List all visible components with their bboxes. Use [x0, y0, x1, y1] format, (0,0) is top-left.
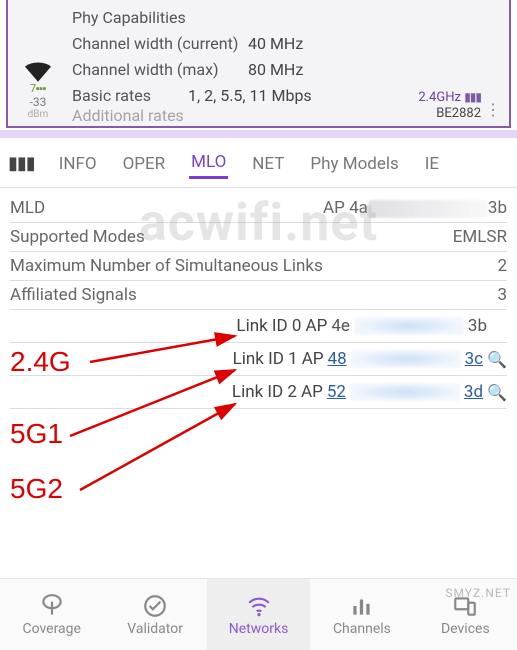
link-ap-label: AP	[305, 316, 327, 336]
nav-label: Channels	[333, 621, 391, 637]
watermark-2: SMYZ.NET	[445, 586, 511, 600]
tab-oper[interactable]: OPER	[121, 150, 168, 178]
link-mac-head: 4e	[331, 316, 350, 336]
wifi-gen-badge: 7	[30, 82, 36, 95]
tab-info[interactable]: INFO	[57, 150, 99, 178]
channel-width-current-value: 40 MHz	[248, 34, 303, 53]
tab-mlo[interactable]: MLO	[189, 148, 228, 179]
link-mac-tail: 3b	[468, 316, 487, 336]
link-id: Link ID 0	[236, 316, 301, 336]
link-mac-blur	[351, 350, 461, 368]
link-mac-tail[interactable]: 3d	[464, 382, 483, 402]
basic-rates-value: 1, 2, 5.5, 11 Mbps	[188, 86, 312, 105]
link-ap-label: AP	[301, 382, 323, 402]
mld-label: MLD	[10, 198, 45, 218]
annotation-5g2: 5G2	[10, 473, 63, 505]
mld-mac-blur	[368, 200, 488, 218]
nav-label: Coverage	[22, 621, 80, 637]
link-row[interactable]: Link ID 2 AP 52 3d 🔍	[10, 376, 507, 409]
link-row[interactable]: Link ID 1 AP 48 3c 🔍	[10, 343, 507, 376]
link-row[interactable]: Link ID 0 AP 4e 3b	[10, 310, 507, 343]
nav-channels[interactable]: Channels	[310, 579, 413, 650]
wifi-icon	[16, 62, 60, 82]
nav-coverage[interactable]: Coverage	[0, 579, 103, 650]
link-ap-label: AP	[302, 349, 324, 369]
network-detail-card: Phy Capabilities Channel width (current)…	[6, 0, 511, 128]
magnifier-icon[interactable]: 🔍	[487, 383, 507, 402]
wifi-icon	[246, 593, 272, 619]
signal-tab-icon[interactable]: ▮▮▮	[8, 153, 35, 174]
link-mac-tail[interactable]: 3c	[465, 349, 483, 369]
mld-ap-suffix: 3b	[488, 198, 507, 218]
channel-width-max-value: 80 MHz	[248, 60, 303, 79]
supported-modes-value: EMLSR	[453, 227, 507, 247]
tab-net[interactable]: NET	[250, 150, 286, 178]
mld-ap-prefix: AP 4a	[323, 198, 368, 218]
detail-tabs: ▮▮▮ INFO OPER MLO NET Phy Models IE	[0, 140, 517, 188]
signal-unit: dBm	[16, 109, 60, 120]
tab-ie[interactable]: IE	[423, 150, 441, 178]
mlo-panel: MLD AP 4a 3b Supported Modes EMLSR Maximu…	[0, 188, 517, 415]
affiliated-signals-value: 3	[497, 285, 507, 305]
signal-bars-icon: ▮▮▮	[464, 90, 481, 104]
nav-networks[interactable]: Networks	[207, 579, 310, 650]
nav-label: Devices	[441, 621, 490, 637]
signal-indicator: 7▪▪▪ -33 dBm	[16, 62, 60, 120]
nav-label: Networks	[229, 621, 289, 637]
check-circle-icon	[142, 593, 168, 619]
nav-label: Validator	[127, 621, 183, 637]
max-links-label: Maximum Number of Simultaneous Links	[10, 256, 323, 276]
link-mac-head[interactable]: 48	[328, 349, 347, 369]
link-id: Link ID 2	[232, 382, 297, 402]
more-menu-icon[interactable]: ⋮	[485, 108, 501, 112]
bars-icon	[349, 593, 375, 619]
magnifier-icon[interactable]: 🔍	[487, 350, 507, 369]
nav-validator[interactable]: Validator	[103, 579, 206, 650]
link-mac-head[interactable]: 52	[327, 382, 346, 402]
annotation-5g1: 5G1	[10, 418, 63, 450]
signal-dbm: -33	[16, 95, 60, 109]
section-divider	[0, 130, 517, 138]
supported-modes-label: Supported Modes	[10, 227, 145, 247]
bottom-nav: Coverage Validator Networks Channels Dev…	[0, 578, 517, 650]
coverage-icon	[39, 593, 65, 619]
tab-phy-models[interactable]: Phy Models	[308, 150, 400, 178]
max-links-value: 2	[497, 256, 507, 276]
link-mac-blur	[350, 383, 460, 401]
affiliated-links-list: Link ID 0 AP 4e 3b Link ID 1 AP 48 3c 🔍 …	[10, 310, 507, 409]
link-id: Link ID 1	[233, 349, 298, 369]
link-mac-blur	[354, 317, 464, 335]
affiliated-signals-label: Affiliated Signals	[10, 285, 137, 305]
phy-capabilities-label: Phy Capabilities	[18, 8, 248, 27]
phy-model: BE2882	[436, 106, 481, 121]
band-link[interactable]: 2.4GHz	[418, 90, 461, 105]
channel-width-current-label: Channel width (current)	[18, 34, 248, 53]
